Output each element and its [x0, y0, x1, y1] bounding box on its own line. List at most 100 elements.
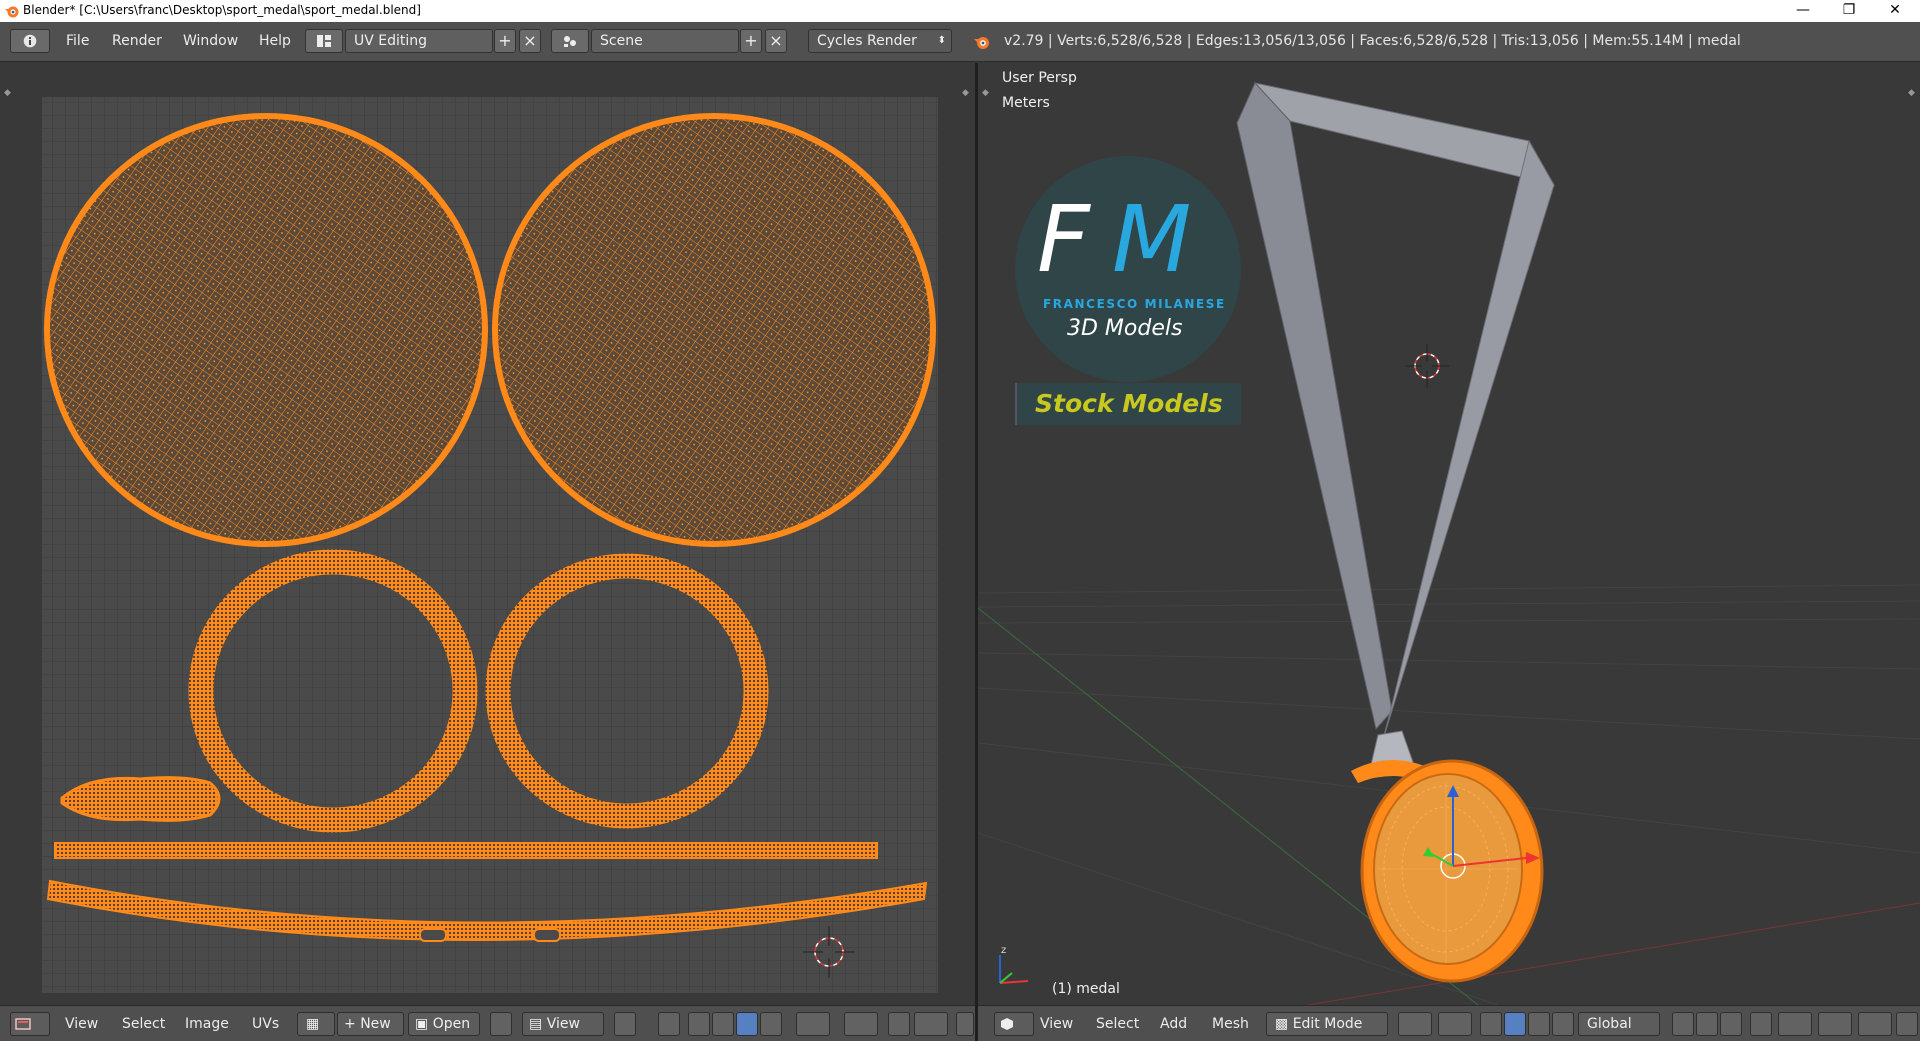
add-scene-button[interactable]: + [740, 29, 762, 53]
info-header: File Render Window Help UV Editing + × S… [0, 22, 1920, 62]
select-edge-icon[interactable] [712, 1012, 734, 1036]
close-window-button[interactable]: ✕ [1872, 0, 1918, 22]
orientation-dropdown[interactable]: Global [1578, 1012, 1660, 1036]
uv-editor-header: View Select Image UVs ▦ + New ▣ Open ▤ V… [0, 1005, 975, 1041]
scene-field[interactable]: Scene [591, 29, 739, 53]
opengl-render-icon[interactable] [1896, 1012, 1918, 1036]
uv-canvas[interactable]: ◆ ◆ [0, 63, 975, 1005]
sync-selection-icon[interactable] [658, 1012, 680, 1036]
axis-orientation-gizmo: z [999, 945, 1029, 984]
scale-manipulator-icon[interactable] [1552, 1012, 1574, 1036]
layer-visibility-icon[interactable] [1672, 1012, 1694, 1036]
folder-icon: ▣ [415, 1016, 433, 1032]
layer-visibility-icon[interactable] [1720, 1012, 1742, 1036]
plus-icon: + [498, 31, 512, 50]
plus-icon: + [744, 31, 758, 50]
new-image-button[interactable]: + New [337, 1012, 404, 1036]
3d-cursor-icon[interactable] [1405, 344, 1449, 388]
3d-menu-add[interactable]: Add [1160, 1016, 1187, 1032]
svg-text:z: z [1001, 945, 1006, 956]
uv-menu-uvs[interactable]: UVs [252, 1016, 279, 1032]
manipulator-toggle-icon[interactable] [1480, 1012, 1502, 1036]
logo-initial-f: F [1037, 186, 1090, 293]
shading-solid-icon[interactable] [1398, 1012, 1432, 1036]
logo-name: FRANCESCO MILANESE [1043, 297, 1226, 311]
medal-ribbon-mesh[interactable] [1236, 82, 1556, 770]
ribbon-hole-right [533, 928, 561, 942]
delete-scene-button[interactable]: × [765, 29, 787, 53]
uv-menu-select[interactable]: Select [122, 1016, 165, 1032]
x-icon: × [523, 31, 537, 50]
blender-logo-icon [5, 6, 19, 18]
select-face-icon[interactable] [736, 1012, 758, 1036]
minimize-button[interactable]: — [1780, 0, 1826, 22]
sticky-selection-icon[interactable] [796, 1012, 830, 1036]
snap-icon[interactable] [1818, 1012, 1852, 1036]
image-browse-button[interactable]: ▦ [297, 1012, 335, 1036]
pivot-icon[interactable] [614, 1012, 636, 1036]
open-image-button[interactable]: ▣ Open [408, 1012, 480, 1036]
edit-mode-icon: ▩ [1275, 1016, 1293, 1032]
editor-type-uv-button[interactable] [10, 1012, 50, 1036]
region-toggle-icon[interactable]: ◆ [1908, 88, 1915, 98]
screen-layout-field[interactable]: UV Editing [345, 29, 493, 53]
region-toggle-icon[interactable]: ◆ [982, 88, 989, 98]
window-title-bar: Blender* [C:\Users\franc\Desktop\sport_m… [0, 0, 1920, 22]
mode-dropdown[interactable]: ▩ Edit Mode [1266, 1012, 1388, 1036]
pivot-point-icon[interactable] [1438, 1012, 1472, 1036]
blender-logo-icon [974, 37, 989, 49]
snap-target-icon[interactable] [1858, 1012, 1892, 1036]
3d-view-header: View Select Add Mesh ▩ Edit Mode Global [978, 1005, 1920, 1041]
image-editor-icon [15, 1018, 31, 1030]
translate-manipulator-icon[interactable] [1504, 1012, 1526, 1036]
uv-island-front-disc[interactable] [44, 113, 488, 547]
limit-selection-icon[interactable] [1750, 1012, 1772, 1036]
uv-menu-view[interactable]: View [65, 1016, 98, 1032]
layer-visibility-icon[interactable] [1696, 1012, 1718, 1036]
proportional-edit-icon[interactable] [844, 1012, 878, 1036]
medal-mesh-selected[interactable] [1351, 759, 1544, 983]
snap-target-icon[interactable] [914, 1012, 948, 1036]
orientation-label: Global [1587, 1016, 1632, 1032]
render-engine-dropdown[interactable]: Cycles Render ⬍ [808, 29, 952, 53]
restore-button[interactable]: ❐ [1826, 0, 1872, 22]
snap-icon[interactable] [888, 1012, 910, 1036]
updown-arrow-icon: ⬍ [937, 35, 946, 46]
uv-island-loop[interactable] [60, 776, 221, 822]
scene-statistics: v2.79 | Verts:6,528/6,528 | Edges:13,056… [1004, 33, 1741, 49]
render-icon[interactable] [956, 1012, 974, 1036]
uv-island-back-disc[interactable] [492, 113, 936, 547]
screen-layout-selector[interactable] [305, 29, 343, 53]
menu-window[interactable]: Window [183, 33, 238, 49]
menu-file[interactable]: File [66, 33, 89, 49]
active-object-label: (1) medal [1052, 981, 1120, 997]
menu-help[interactable]: Help [259, 33, 291, 49]
view-icon: ▤ [529, 1016, 547, 1032]
select-island-icon[interactable] [760, 1012, 782, 1036]
uv-image-editor[interactable]: ◆ ◆ [0, 63, 975, 1005]
uv-island-ribbon-edge[interactable] [54, 842, 878, 859]
menu-render[interactable]: Render [112, 33, 162, 49]
logo-banner: Stock Models [1035, 389, 1223, 418]
3d-menu-select[interactable]: Select [1096, 1016, 1139, 1032]
3d-viewport[interactable]: z ◆ ◆ User Persp Meters (1) medal F M FR… [978, 63, 1920, 1005]
view-name-label: User Persp [1002, 70, 1077, 86]
3d-menu-mesh[interactable]: Mesh [1212, 1016, 1249, 1032]
select-vertex-icon[interactable] [688, 1012, 710, 1036]
editor-type-3d-button[interactable] [994, 1012, 1034, 1036]
pin-icon[interactable] [490, 1012, 512, 1036]
open-image-label: Open [432, 1016, 471, 1032]
region-toggle-icon[interactable]: ◆ [4, 88, 11, 98]
delete-screen-button[interactable]: × [519, 29, 541, 53]
scene-selector[interactable] [551, 29, 589, 53]
editor-type-info-button[interactable] [10, 29, 50, 53]
proportional-edit-icon[interactable] [1778, 1012, 1812, 1036]
region-toggle-icon[interactable]: ◆ [962, 88, 969, 98]
rotate-manipulator-icon[interactable] [1528, 1012, 1550, 1036]
render-engine-label: Cycles Render [817, 33, 917, 49]
view-mode-dropdown[interactable]: ▤ View [522, 1012, 604, 1036]
add-screen-button[interactable]: + [494, 29, 516, 53]
uv-menu-image[interactable]: Image [185, 1016, 229, 1032]
3d-menu-view[interactable]: View [1040, 1016, 1073, 1032]
image-icon: ▦ [306, 1016, 320, 1032]
